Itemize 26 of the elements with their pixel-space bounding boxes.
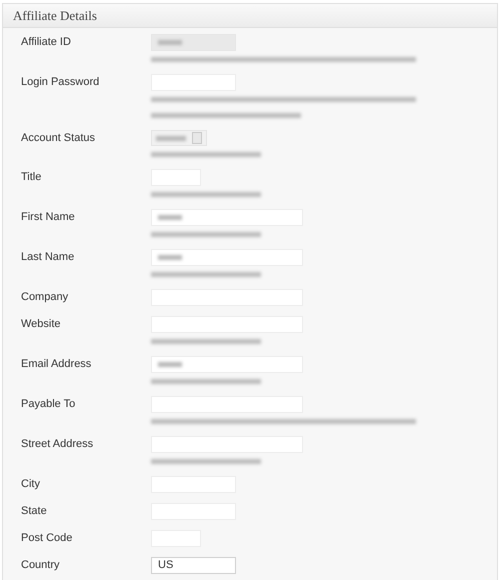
field-label: Affiliate ID [21,35,72,49]
text-field[interactable] [151,249,303,266]
text-field[interactable] [151,209,303,226]
field-label: Company [21,290,70,304]
redacted-value [158,215,182,220]
text-field[interactable] [151,356,303,373]
field-label: Email Address [21,357,92,371]
redacted-value [156,136,186,140]
field-label: City [21,477,41,491]
field-label: Post Code [21,531,74,545]
redacted-value [158,255,182,260]
field-label: State [21,504,48,518]
field-label: Login Password [21,75,100,89]
field-label: Street Address [21,437,94,451]
field-label: Website [21,317,62,331]
text-field[interactable]: US [151,557,236,574]
field-label: Country [21,558,61,572]
field-label: Title [21,170,42,184]
field-label: Account Status [21,131,96,145]
field-label: Last Name [21,250,76,264]
redacted-value [158,362,182,367]
redacted-value [158,40,182,45]
status-select[interactable] [151,130,207,146]
panel-title: Affiliate Details [13,6,97,25]
field-label: Payable To [21,397,76,411]
field-label: First Name [21,210,76,224]
